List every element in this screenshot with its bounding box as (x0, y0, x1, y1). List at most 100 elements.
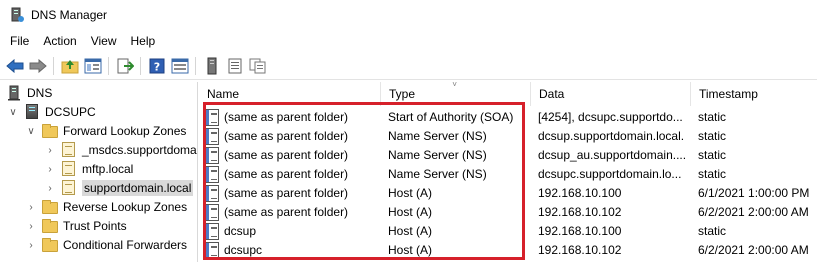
folder-icon (42, 199, 58, 215)
tree-item-label: DNS (27, 86, 53, 100)
cell-name: (same as parent folder) (224, 110, 349, 124)
cell-name: (same as parent folder) (224, 186, 349, 200)
dns-manager-icon (9, 7, 25, 23)
tree-item-label: Forward Lookup Zones (63, 124, 187, 138)
server-icon (24, 104, 40, 120)
cell-name: dcsup (224, 224, 257, 238)
folder-icon (42, 237, 58, 253)
chevron-right-icon[interactable]: › (26, 221, 36, 232)
toolbar-separator (53, 56, 54, 75)
record-icon (205, 242, 219, 259)
cell-type: Name Server (NS) (388, 129, 487, 143)
toolbar: ? (0, 52, 817, 80)
cell-type: Host (A) (388, 243, 433, 257)
tree-item-label: _msdcs.supportdomain.local (82, 143, 198, 157)
tree-item-dcsupc[interactable]: ∨ DCSUPC (8, 102, 96, 122)
table-row[interactable]: (same as parent folder) Name Server (NS) d… (199, 146, 817, 165)
column-header-timestamp[interactable]: Timestamp (691, 82, 817, 106)
menu-file[interactable]: File (0, 31, 36, 51)
export-list-icon[interactable] (113, 55, 136, 77)
tree-item-label: mftp.local (82, 162, 134, 176)
tree-item-trust-points[interactable]: › Trust Points (26, 216, 127, 236)
tree-item-supportdomain-zone[interactable]: › supportdomain.local (45, 178, 194, 198)
chevron-down-icon[interactable]: ∨ (8, 107, 18, 118)
tree-item-conditional-forwarders[interactable]: › Conditional Forwarders (26, 235, 187, 255)
record-icon (205, 128, 219, 145)
chevron-right-icon[interactable]: › (26, 240, 36, 251)
up-folder-icon[interactable] (58, 55, 81, 77)
cell-type: Name Server (NS) (388, 167, 487, 181)
column-header-data[interactable]: Data (531, 82, 691, 106)
table-row[interactable]: (same as parent folder) Name Server (NS) d… (199, 165, 817, 184)
toolbar-separator (108, 56, 109, 75)
folder-icon (42, 218, 58, 234)
properties-icon[interactable] (168, 55, 191, 77)
copy-icon[interactable] (246, 55, 269, 77)
tree-item-label: Trust Points (63, 219, 127, 233)
cell-data: dcsup.supportdomain.local. (538, 129, 685, 143)
zone-icon (61, 180, 77, 196)
svg-text:?: ? (153, 60, 159, 73)
cell-timestamp: static (698, 224, 727, 238)
tree-item-msdcs-zone[interactable]: › _msdcs.supportdomain.local (45, 140, 198, 160)
tree-item-mftp-zone[interactable]: › mftp.local (45, 159, 133, 179)
chevron-right-icon[interactable]: › (26, 202, 36, 213)
tree-item-reverse-lookup-zones[interactable]: › Reverse Lookup Zones (26, 197, 187, 217)
list-icon[interactable] (223, 55, 246, 77)
title-bar: DNS Manager (0, 0, 817, 30)
cell-timestamp: 6/2/2021 2:00:00 AM (698, 243, 809, 257)
tree-item-forward-lookup-zones[interactable]: ∨ Forward Lookup Zones (26, 121, 186, 141)
forward-icon[interactable] (26, 55, 49, 77)
cell-data: dcsup_au.supportdomain.... (538, 148, 687, 162)
table-row[interactable]: dcsup Host (A) 192.168.10.100 static (199, 222, 817, 241)
cell-data: 192.168.10.102 (538, 243, 622, 257)
tree-item-label: supportdomain.local (82, 180, 194, 196)
cell-timestamp: static (698, 148, 727, 162)
console-tree: DNS ∨ DCSUPC ∨ Forward Lookup Zones › _m… (0, 82, 198, 262)
cell-data: 192.168.10.100 (538, 186, 622, 200)
chevron-right-icon[interactable]: › (45, 164, 55, 175)
cell-name: (same as parent folder) (224, 148, 349, 162)
server-icon[interactable] (200, 55, 223, 77)
table-row[interactable]: (same as parent folder) Start of Authorit… (199, 108, 817, 127)
menu-help[interactable]: Help (124, 31, 163, 51)
cell-type: Host (A) (388, 205, 433, 219)
table-row[interactable]: (same as parent folder) Host (A) 192.168.1… (199, 203, 817, 222)
toolbar-separator (140, 56, 141, 75)
zone-icon (61, 161, 77, 177)
table-row[interactable]: dcsupc Host (A) 192.168.10.102 6/2/2021 2:0… (199, 241, 817, 260)
cell-name: (same as parent folder) (224, 167, 349, 181)
cell-timestamp: static (698, 129, 727, 143)
table-row[interactable]: (same as parent folder) Host (A) 192.168.1… (199, 184, 817, 203)
record-icon (205, 185, 219, 202)
back-icon[interactable] (3, 55, 26, 77)
menu-view[interactable]: View (84, 31, 124, 51)
record-icon (205, 109, 219, 126)
cell-data: dcsupc.supportdomain.lo... (538, 167, 682, 181)
cell-type: Start of Authority (SOA) (388, 110, 514, 124)
show-hide-tree-icon[interactable] (81, 55, 104, 77)
tree-item-dns[interactable]: DNS (6, 83, 52, 103)
cell-type: Name Server (NS) (388, 148, 487, 162)
folder-icon (42, 123, 58, 139)
record-icon (205, 204, 219, 221)
dns-icon (6, 85, 22, 101)
sort-arrow-icon: ˅ (452, 82, 458, 89)
chevron-down-icon[interactable]: ∨ (26, 126, 36, 137)
record-icon (205, 223, 219, 240)
table-row[interactable]: (same as parent folder) Name Server (NS) d… (199, 127, 817, 146)
record-list: Name Type ˅ Data Timestamp (same as pare… (199, 82, 817, 262)
zone-icon (61, 142, 77, 158)
help-icon[interactable]: ? (145, 55, 168, 77)
menu-action[interactable]: Action (36, 31, 83, 51)
cell-data: 192.168.10.102 (538, 205, 622, 219)
column-header-name[interactable]: Name (199, 82, 381, 106)
chevron-right-icon[interactable]: › (45, 183, 55, 194)
record-icon (205, 166, 219, 183)
cell-name: (same as parent folder) (224, 205, 349, 219)
cell-type: Host (A) (388, 186, 433, 200)
chevron-right-icon[interactable]: › (45, 145, 55, 156)
cell-data: [4254], dcsupc.supportdo... (538, 110, 683, 124)
tree-item-label: Reverse Lookup Zones (63, 200, 188, 214)
tree-item-label: Conditional Forwarders (63, 238, 188, 252)
